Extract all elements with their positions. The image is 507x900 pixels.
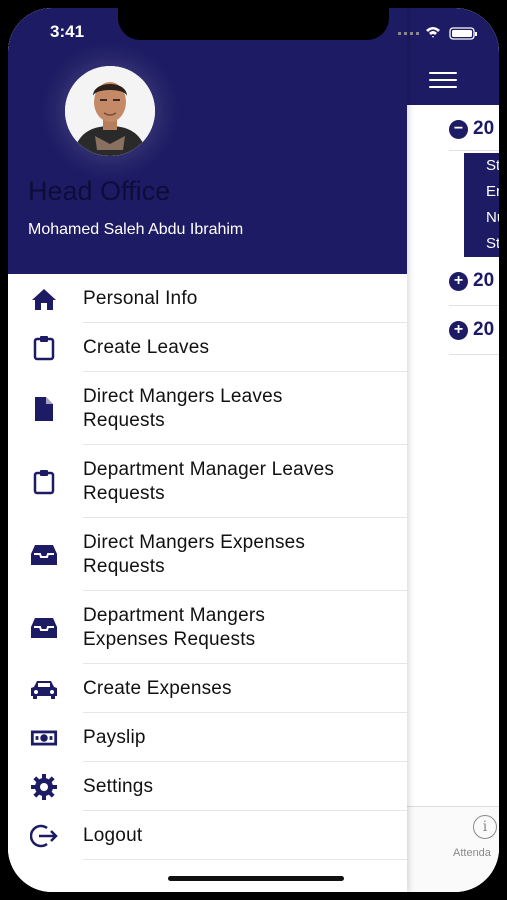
- divider: [449, 150, 499, 151]
- org-title: Head Office: [28, 176, 171, 206]
- avatar[interactable]: [65, 66, 155, 156]
- clipboard-icon: [30, 334, 58, 362]
- menu-item-department-manager-leaves[interactable]: Department Manager Leaves Requests: [8, 445, 407, 518]
- menu-label: Direct Mangers Expenses Requests: [83, 531, 306, 577]
- divider: [83, 859, 407, 860]
- home-icon: [30, 285, 58, 313]
- accordion-header-3[interactable]: + 20: [449, 319, 494, 341]
- menu-label: Personal Info: [83, 287, 198, 309]
- device-notch: [118, 8, 389, 40]
- status-time: 3:41: [50, 22, 85, 41]
- menu-item-department-managers-expenses[interactable]: Department Mangers Expenses Requests: [8, 591, 407, 664]
- menu-label: Payslip: [83, 726, 146, 748]
- divider: [449, 305, 499, 306]
- inbox-icon: [30, 614, 58, 642]
- menu-label: Department Manager Leaves Requests: [83, 458, 335, 504]
- accordion-panel: St Er Nu St: [464, 153, 499, 257]
- info-icon[interactable]: i: [473, 815, 497, 839]
- menu-item-create-leaves[interactable]: Create Leaves: [8, 323, 407, 372]
- home-indicator[interactable]: [168, 876, 344, 881]
- panel-row: St: [486, 235, 499, 252]
- menu-label: Create Leaves: [83, 336, 210, 358]
- gear-icon: [30, 773, 58, 801]
- panel-row: Er: [486, 183, 499, 200]
- menu-item-create-expenses[interactable]: Create Expenses: [8, 664, 407, 713]
- menu-item-settings[interactable]: Settings: [8, 762, 407, 811]
- accordion-header-1[interactable]: − 20: [449, 118, 494, 140]
- document-icon: [30, 395, 58, 423]
- panel-row: Nu: [486, 209, 499, 226]
- menu-item-payslip[interactable]: Payslip: [8, 713, 407, 762]
- accordion-label: 20: [473, 319, 495, 340]
- inbox-icon: [30, 541, 58, 569]
- drawer-header: 3:41 Head Office Mohamed Saleh Abdu Ibra…: [8, 8, 407, 274]
- menu-label: Direct Mangers Leaves Requests: [83, 385, 283, 431]
- user-name: Mohamed Saleh Abdu Ibrahim: [28, 221, 244, 238]
- menu-label: Logout: [83, 824, 143, 846]
- clipboard-icon: [30, 468, 58, 496]
- money-icon: [30, 724, 58, 752]
- drawer-menu: Personal Info Create Leaves Direct Mange…: [8, 274, 407, 860]
- hamburger-menu-icon[interactable]: [429, 72, 457, 88]
- menu-item-logout[interactable]: Logout: [8, 811, 407, 860]
- menu-item-direct-managers-expenses[interactable]: Direct Mangers Expenses Requests: [8, 518, 407, 591]
- tab-attendance-label[interactable]: Attenda: [453, 847, 491, 859]
- status-icons: [398, 26, 482, 40]
- menu-item-personal-info[interactable]: Personal Info: [8, 274, 407, 323]
- divider: [449, 354, 499, 355]
- accordion-header-2[interactable]: + 20: [449, 270, 494, 292]
- expand-icon: +: [449, 271, 468, 291]
- menu-item-direct-managers-leaves[interactable]: Direct Mangers Leaves Requests: [8, 372, 407, 445]
- menu-label: Settings: [83, 775, 154, 797]
- panel-row: St: [486, 157, 499, 174]
- menu-label: Create Expenses: [83, 677, 232, 699]
- expand-icon: +: [449, 320, 468, 340]
- profile-photo: [65, 66, 155, 156]
- phone-screen: − 20 St Er Nu St + 20 + 20 i Attenda 3:4…: [8, 8, 499, 892]
- accordion-label: 20: [473, 118, 495, 139]
- menu-label: Department Mangers Expenses Requests: [83, 604, 266, 650]
- accordion-label: 20: [473, 270, 495, 291]
- tab-bar: i Attenda: [407, 806, 499, 892]
- logout-icon: [30, 822, 58, 850]
- collapse-icon: −: [449, 119, 468, 139]
- car-icon: [30, 675, 58, 703]
- side-drawer: 3:41 Head Office Mohamed Saleh Abdu Ibra…: [8, 8, 407, 892]
